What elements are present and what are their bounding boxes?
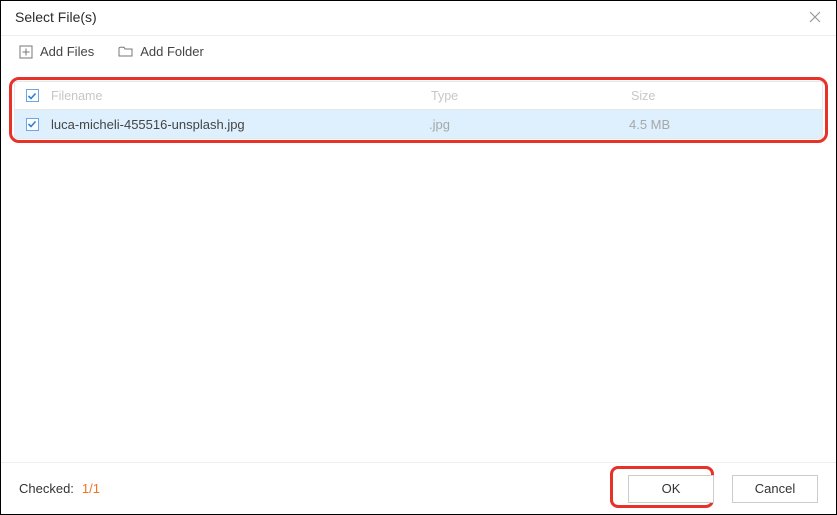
ok-button[interactable]: OK — [628, 475, 714, 503]
select-all-checkbox[interactable] — [26, 89, 39, 102]
file-table: Filename Type Size luca-micheli-455516-u… — [14, 81, 823, 139]
close-button[interactable] — [808, 10, 822, 24]
add-folder-button[interactable]: Add Folder — [118, 44, 204, 59]
add-files-label: Add Files — [40, 44, 94, 59]
window-title: Select File(s) — [15, 9, 97, 25]
plus-square-icon — [19, 45, 33, 59]
close-icon — [809, 11, 821, 23]
toolbar: Add Files Add Folder — [1, 36, 836, 69]
checked-label: Checked: — [19, 481, 74, 496]
add-files-button[interactable]: Add Files — [19, 44, 94, 59]
column-header-type[interactable]: Type — [429, 89, 629, 103]
checked-count: 1/1 — [82, 481, 100, 496]
table-header-row: Filename Type Size — [14, 81, 823, 109]
table-row[interactable]: luca-micheli-455516-unsplash.jpg .jpg 4.… — [14, 109, 823, 139]
cell-filename: luca-micheli-455516-unsplash.jpg — [49, 117, 429, 132]
folder-icon — [118, 45, 133, 58]
add-folder-label: Add Folder — [140, 44, 204, 59]
check-icon — [27, 91, 37, 101]
row-checkbox[interactable] — [26, 118, 39, 131]
cell-type: .jpg — [429, 117, 629, 132]
check-icon — [27, 119, 37, 129]
title-bar: Select File(s) — [1, 1, 836, 36]
column-header-size[interactable]: Size — [629, 89, 822, 103]
column-header-filename[interactable]: Filename — [49, 89, 429, 103]
cell-size: 4.5 MB — [629, 117, 822, 132]
cancel-button[interactable]: Cancel — [732, 475, 818, 503]
footer: Checked: 1/1 OK Cancel — [1, 462, 836, 514]
